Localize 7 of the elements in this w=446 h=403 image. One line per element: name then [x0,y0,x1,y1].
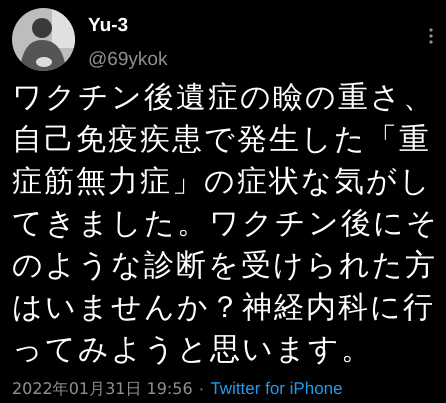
author-name: Yu-3 [88,14,130,38]
source-link[interactable]: Twitter for iPhone [210,379,343,399]
timestamp: 2022年01月31日 19:56 [12,379,193,399]
tweet-text: ワクチン後遺症の瞼の重さ、自己免疫疾患で発生した「重症筋無力症」の症状な気がしてきました。ワクチン後にそのような診断を受けられた方はいませんか？神経内科に行ってみようと思います。 [12,79,440,369]
more-icon[interactable] [429,28,433,44]
author-handle: @69ykok [88,48,168,72]
separator: · [198,379,204,399]
